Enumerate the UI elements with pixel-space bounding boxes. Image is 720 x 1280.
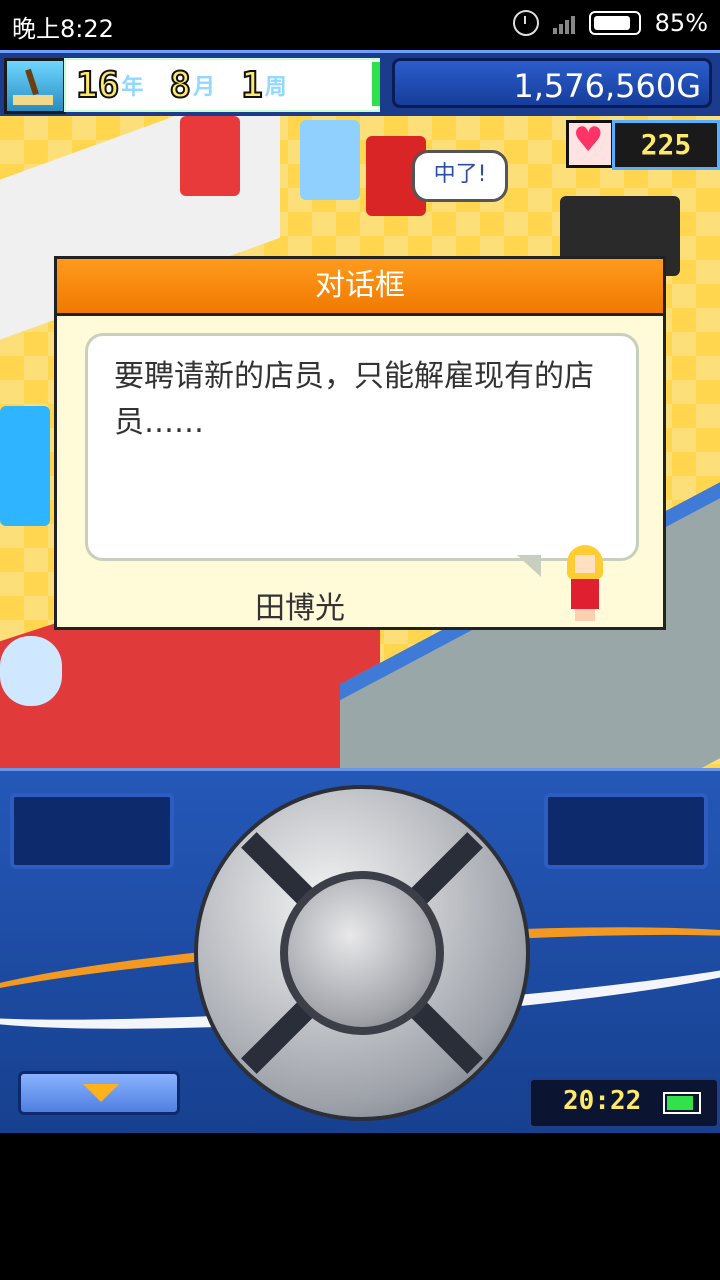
battery-icon (663, 1092, 701, 1114)
year-value: 16 (75, 64, 120, 107)
right-soft-key[interactable] (544, 793, 708, 869)
speaker-name: 田博光 (255, 591, 345, 626)
shop-booth[interactable] (180, 116, 240, 196)
alarm-icon (512, 10, 539, 36)
signal-icon (552, 12, 575, 34)
money-display: 1,576,560G (392, 58, 712, 108)
dpad-center-button[interactable] (280, 871, 444, 1035)
island-season-icon[interactable] (4, 58, 66, 114)
speaker-avatar (563, 545, 607, 621)
fountain[interactable] (0, 636, 62, 706)
clock-time: 20:22 (563, 1086, 642, 1116)
vending-machine[interactable] (300, 120, 360, 200)
week-unit: 周 (264, 75, 287, 100)
month-value: 8 (168, 64, 192, 107)
heart-count: 225 (612, 120, 720, 170)
status-bar: 晚上8:22 85% (0, 0, 720, 50)
progress-marker (372, 62, 380, 106)
status-icons: 85% (512, 9, 708, 37)
dialog-title: 对话框 (57, 259, 663, 316)
status-time: 晚上8:22 (12, 15, 114, 43)
left-soft-key[interactable] (10, 793, 174, 869)
battery-percent: 85% (654, 9, 708, 37)
customer-speech-bubble: 中了! (412, 150, 508, 202)
game-clock: 20:22 (528, 1077, 720, 1129)
year-unit: 年 (121, 75, 144, 100)
date-display: 16 年 8 月 1 周 (64, 58, 380, 112)
battery-icon (588, 11, 641, 35)
dialog-message: 要聘请新的店员，只能解雇现有的店员…… (85, 333, 639, 561)
dpad[interactable] (194, 785, 530, 1121)
heart-icon (566, 120, 614, 168)
virtual-controller: 20:22 (0, 768, 720, 1133)
shop-booth[interactable] (0, 406, 50, 526)
week-value: 1 (240, 64, 264, 107)
menu-down-button[interactable] (18, 1071, 180, 1115)
speech-tail (517, 555, 541, 577)
dialog-box[interactable]: 对话框 要聘请新的店员，只能解雇现有的店员…… 田博光 (54, 256, 666, 630)
month-unit: 月 (193, 75, 216, 100)
